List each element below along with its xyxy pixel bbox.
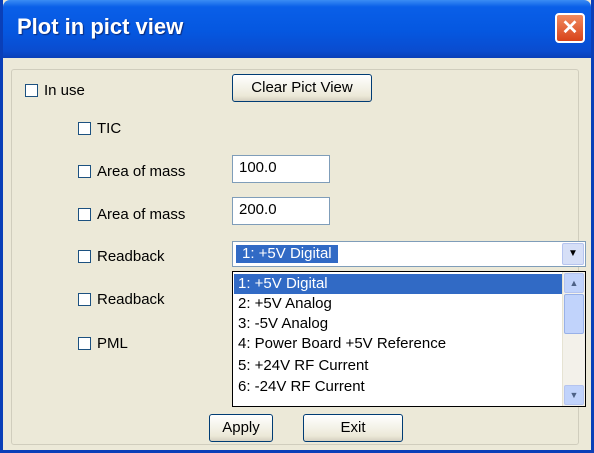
tic-label: TIC — [97, 120, 122, 137]
area-of-mass-2-label: Area of mass — [97, 206, 186, 223]
area-of-mass-1-input[interactable]: 100.0 — [232, 155, 330, 183]
readback-dropdown-list[interactable]: 1: +5V Digital 2: +5V Analog 3: -5V Anal… — [232, 271, 586, 407]
area-of-mass-2-checkbox[interactable] — [78, 208, 91, 221]
dropdown-item[interactable]: 2: +5V Analog — [234, 294, 562, 314]
dropdown-item[interactable]: 1: +5V Digital — [234, 274, 562, 294]
clear-pict-view-button[interactable]: Clear Pict View — [232, 74, 372, 102]
clear-pict-view-label: Clear Pict View — [251, 79, 353, 96]
area-of-mass-1-checkbox[interactable] — [78, 165, 91, 178]
chevron-down-icon[interactable]: ▼ — [562, 243, 584, 265]
scroll-down-icon[interactable]: ▼ — [564, 385, 584, 405]
window-title: Plot in pict view — [17, 14, 184, 39]
pml-label: PML — [97, 335, 128, 352]
exit-button[interactable]: Exit — [303, 414, 403, 442]
readback-1-checkbox[interactable] — [78, 250, 91, 263]
scrollbar-thumb[interactable] — [564, 294, 584, 334]
dropdown-item[interactable]: 5: +24V RF Current — [234, 356, 562, 376]
dropdown-item[interactable]: 4: Power Board +5V Reference — [234, 334, 562, 354]
readback-2-checkbox[interactable] — [78, 293, 91, 306]
close-button[interactable]: ✕ — [555, 13, 585, 43]
area-of-mass-2-input[interactable]: 200.0 — [232, 197, 330, 225]
close-icon: ✕ — [561, 17, 579, 39]
in-use-checkbox-row[interactable]: In use — [25, 82, 85, 99]
readback-combobox[interactable]: 1: +5V Digital ▼ — [232, 241, 586, 267]
exit-label: Exit — [340, 419, 366, 436]
area-of-mass-1-row[interactable]: Area of mass — [78, 163, 185, 180]
pml-checkbox[interactable] — [78, 337, 91, 350]
tic-checkbox-row[interactable]: TIC — [78, 120, 121, 137]
area-of-mass-1-value: 100.0 — [239, 159, 277, 176]
readback-combobox-value: 1: +5V Digital — [236, 245, 338, 263]
apply-label: Apply — [222, 419, 260, 436]
readback-2-row[interactable]: Readback — [78, 291, 165, 308]
scroll-up-icon[interactable]: ▲ — [564, 273, 584, 293]
pml-checkbox-row[interactable]: PML — [78, 335, 128, 352]
in-use-label: In use — [44, 82, 85, 99]
dropdown-item[interactable]: 6: -24V RF Current — [234, 377, 562, 397]
title-bar[interactable]: Plot in pict view ✕ — [3, 0, 591, 58]
apply-button[interactable]: Apply — [209, 414, 273, 442]
readback-1-label: Readback — [97, 248, 165, 265]
in-use-checkbox[interactable] — [25, 84, 38, 97]
area-of-mass-2-value: 200.0 — [239, 201, 277, 218]
dialog-client-area: In use Clear Pict View TIC Area of mass … — [3, 58, 591, 450]
tic-checkbox[interactable] — [78, 122, 91, 135]
area-of-mass-2-row[interactable]: Area of mass — [78, 206, 185, 223]
dialog-window: Plot in pict view ✕ In use Clear Pict Vi… — [0, 0, 594, 453]
area-of-mass-1-label: Area of mass — [97, 163, 186, 180]
readback-1-row[interactable]: Readback — [78, 248, 165, 265]
readback-2-label: Readback — [97, 291, 165, 308]
dropdown-item[interactable]: 3: -5V Analog — [234, 314, 562, 334]
dropdown-scrollbar[interactable]: ▲ ▼ — [562, 272, 585, 406]
